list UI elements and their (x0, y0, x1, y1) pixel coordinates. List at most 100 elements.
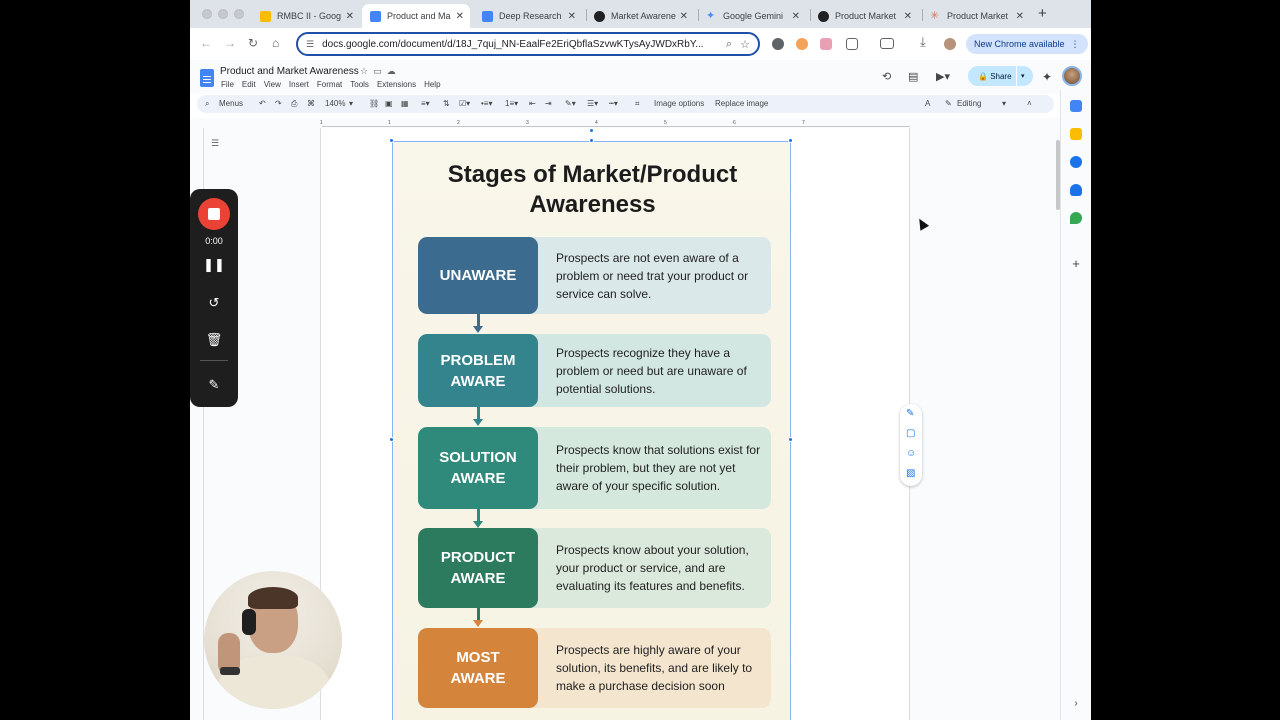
numbered-list-icon[interactable]: 1≡▾ (505, 99, 518, 108)
annotate-pencil-icon[interactable]: ✎ (190, 377, 238, 393)
spellcheck-icon[interactable]: A (925, 99, 930, 108)
extension-icon[interactable] (772, 38, 784, 50)
add-addon-icon[interactable]: + (1070, 257, 1082, 270)
search-icon[interactable]: ⌕ (726, 38, 732, 51)
cloud-status-icon[interactable]: ☁ (387, 66, 401, 76)
add-comment-icon[interactable]: ▢ (906, 428, 915, 439)
resize-handle[interactable] (788, 138, 793, 143)
close-tab-icon[interactable]: ✕ (680, 11, 688, 22)
border-color-icon[interactable]: ✎▾ (565, 99, 576, 108)
tab-deep-research[interactable]: Deep Research ✕ (474, 4, 582, 28)
checklist-icon[interactable]: ☑▾ (459, 99, 470, 108)
menu-file[interactable]: File (221, 80, 234, 89)
download-icon[interactable]: ⤓ (920, 34, 926, 50)
menu-extensions[interactable]: Extensions (377, 80, 416, 89)
horizontal-ruler[interactable]: 1 1 2 3 4 5 6 7 (196, 118, 1056, 128)
close-tab-icon[interactable]: ✕ (346, 11, 354, 22)
home-icon[interactable]: ⌂ (272, 36, 279, 50)
search-menus-label[interactable]: Menus (219, 99, 243, 108)
meet-video-icon[interactable]: ▶▾ (936, 70, 950, 83)
bookmark-star-icon[interactable]: ☆ (740, 38, 750, 51)
share-button[interactable]: 🔒 Share ▾ (968, 66, 1033, 86)
resize-handle[interactable] (389, 437, 394, 442)
rotate-handle[interactable] (589, 128, 594, 133)
zoom-select[interactable]: 140% (325, 99, 345, 108)
pause-icon[interactable]: ❚❚ (190, 257, 238, 273)
border-weight-icon[interactable]: ☰▾ (587, 99, 598, 108)
new-tab-button[interactable]: + (1038, 5, 1047, 22)
tab-rmbc[interactable]: RMBC II - Goog ✕ (252, 4, 360, 28)
tasks-icon[interactable] (1070, 156, 1082, 168)
resize-handle[interactable] (389, 138, 394, 143)
close-tab-icon[interactable]: ✕ (1016, 11, 1024, 22)
add-comment-icon[interactable]: ▣ (385, 99, 393, 108)
edit-pencil-icon[interactable]: ✎ (945, 99, 952, 108)
align-icon[interactable]: ≡▾ (421, 99, 430, 108)
tab-market-awareness[interactable]: Market Awarene ✕ (586, 4, 694, 28)
address-bar[interactable]: ☰ docs.google.com/document/d/18J_7quj_NN… (296, 32, 760, 56)
restart-icon[interactable]: ↺ (190, 295, 238, 311)
reload-icon[interactable]: ↻ (248, 36, 258, 50)
insert-image-icon[interactable]: ▦ (401, 99, 409, 108)
tab-product-market-2[interactable]: ✳ Product Market ✕ (922, 4, 1030, 28)
suggest-edits-icon[interactable]: ▨ (906, 468, 915, 479)
tab-product-and-market[interactable]: Product and Ma ✕ (362, 4, 470, 28)
zoom-dropdown-icon[interactable]: ▾ (349, 99, 353, 108)
forward-arrow-icon[interactable]: → (224, 36, 236, 50)
paint-format-icon[interactable]: ⌘ (307, 99, 315, 108)
close-window-button[interactable] (202, 9, 212, 19)
emoji-reaction-icon[interactable]: ☺ (906, 448, 916, 459)
print-icon[interactable]: ⎙ (291, 99, 297, 109)
mode-dropdown-icon[interactable]: ▾ (1002, 99, 1006, 108)
calendar-icon[interactable] (1070, 100, 1082, 112)
undo-icon[interactable]: ↶ (259, 99, 266, 108)
resize-handle[interactable] (589, 138, 594, 143)
search-menus-icon[interactable]: ⌕ (205, 99, 209, 109)
menu-help[interactable]: Help (424, 80, 440, 89)
document-outline-icon[interactable]: ☰ (206, 138, 224, 152)
link-icon[interactable]: ⛓ (369, 99, 379, 108)
back-arrow-icon[interactable]: ← (200, 36, 212, 50)
move-folder-icon[interactable]: ▭ (373, 66, 387, 76)
close-tab-icon[interactable]: ✕ (456, 11, 464, 22)
stop-recording-button[interactable] (198, 198, 230, 230)
bulleted-list-icon[interactable]: •≡▾ (481, 99, 492, 108)
replace-image-button[interactable]: Replace image (715, 99, 768, 108)
menu-tools[interactable]: Tools (350, 80, 369, 89)
profile-avatar-icon[interactable] (944, 38, 956, 50)
account-avatar[interactable] (1062, 66, 1082, 86)
gemini-sparkle-icon[interactable]: ✦ (1042, 70, 1052, 84)
editing-mode-select[interactable]: Editing (957, 99, 981, 108)
crop-icon[interactable]: ⌗ (635, 99, 640, 109)
border-dash-icon[interactable]: ┅▾ (609, 99, 618, 108)
close-tab-icon[interactable]: ✕ (792, 11, 800, 22)
menu-edit[interactable]: Edit (242, 80, 256, 89)
redo-icon[interactable]: ↷ (275, 99, 282, 108)
show-side-panel-icon[interactable]: › (1070, 698, 1082, 710)
close-tab-icon[interactable]: ✕ (904, 11, 912, 22)
new-chrome-available-button[interactable]: New Chrome available ⋮ (966, 34, 1088, 54)
webcam-bubble[interactable] (204, 571, 342, 709)
tab-google-gemini[interactable]: ✦ Google Gemini ✕ (698, 4, 806, 28)
resize-handle[interactable] (788, 437, 793, 442)
star-icon[interactable]: ☆ (360, 66, 373, 76)
image-options-button[interactable]: Image options (654, 99, 704, 108)
share-dropdown-icon[interactable]: ▾ (1016, 66, 1025, 86)
document-title[interactable]: Product and Market Awareness (220, 66, 359, 77)
increase-indent-icon[interactable]: ⇥ (545, 99, 552, 108)
version-history-icon[interactable]: ⟲ (882, 70, 891, 83)
tab-product-market-1[interactable]: Product Market ✕ (810, 4, 918, 28)
extensions-puzzle-icon[interactable] (846, 38, 858, 50)
minimize-window-button[interactable] (218, 9, 228, 19)
menu-view[interactable]: View (264, 80, 281, 89)
extension-icon[interactable] (796, 38, 808, 50)
menu-insert[interactable]: Insert (289, 80, 309, 89)
infographic-image[interactable]: Stages of Market/Product Awareness UNAWA… (392, 141, 791, 720)
docs-logo-icon[interactable] (200, 69, 214, 87)
maps-icon[interactable] (1070, 212, 1082, 224)
keep-icon[interactable] (1070, 128, 1082, 140)
collapse-toolbar-icon[interactable]: ˄ (1027, 99, 1032, 108)
extension-icon[interactable] (820, 38, 832, 50)
gemini-edit-icon[interactable]: ✎ (906, 408, 914, 419)
decrease-indent-icon[interactable]: ⇤ (529, 99, 536, 108)
